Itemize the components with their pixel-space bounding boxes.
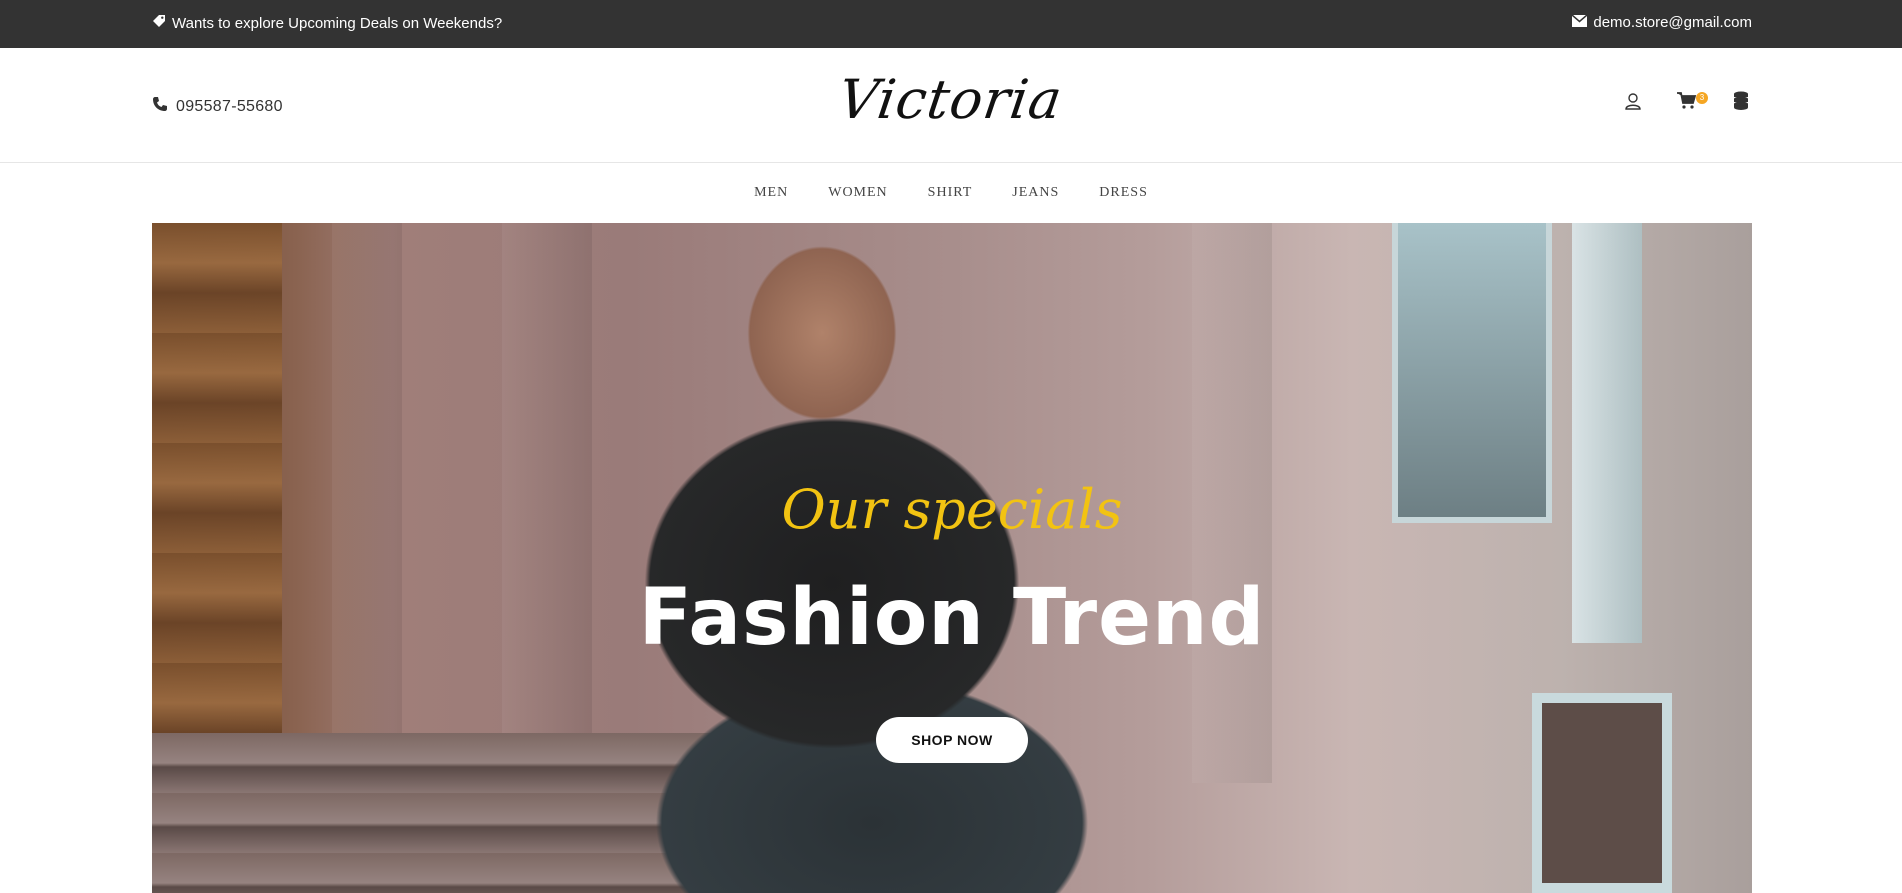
logo-text[interactable]: Victoria xyxy=(835,68,1067,131)
email-text[interactable]: demo.store@gmail.com xyxy=(1593,14,1752,31)
site-header: 095587-55680 Victoria 3 xyxy=(0,48,1902,163)
nav-item-jeans[interactable]: JEANS xyxy=(1012,185,1059,201)
promo-text: Wants to explore Upcoming Deals on Weeke… xyxy=(172,14,503,32)
envelope-icon xyxy=(1571,14,1588,31)
nav-item-shirt[interactable]: SHIRT xyxy=(928,185,973,201)
currency-button[interactable] xyxy=(1730,91,1752,116)
nav-item-women[interactable]: WOMEN xyxy=(828,185,887,201)
account-button[interactable] xyxy=(1622,92,1644,114)
coins-icon xyxy=(1733,91,1749,116)
nav-item-dress[interactable]: DRESS xyxy=(1099,185,1148,201)
nav-item-men[interactable]: MEN xyxy=(754,185,788,201)
cart-icon xyxy=(1677,91,1697,115)
hero-tagline: Our specials xyxy=(781,478,1123,541)
hero-overlay: Our specials Fashion Trend SHOP NOW xyxy=(152,223,1752,893)
promo-message: Wants to explore Upcoming Deals on Weeke… xyxy=(152,14,502,32)
hero-headline: Fashion Trend xyxy=(638,573,1266,663)
brand-logo[interactable]: Victoria xyxy=(0,68,1902,131)
top-announcement-bar: Wants to explore Upcoming Deals on Weeke… xyxy=(0,0,1902,48)
cart-count-badge: 3 xyxy=(1696,92,1708,104)
main-navigation: MEN WOMEN SHIRT JEANS DRESS xyxy=(0,164,1902,222)
hero-banner: Our specials Fashion Trend SHOP NOW xyxy=(152,223,1752,893)
user-icon xyxy=(1624,92,1642,115)
header-actions: 3 xyxy=(1622,91,1752,116)
tag-icon xyxy=(152,14,166,32)
contact-email[interactable]: demo.store@gmail.com xyxy=(1571,14,1752,31)
shop-now-button[interactable]: SHOP NOW xyxy=(876,717,1028,763)
cart-button[interactable]: 3 xyxy=(1676,91,1708,115)
